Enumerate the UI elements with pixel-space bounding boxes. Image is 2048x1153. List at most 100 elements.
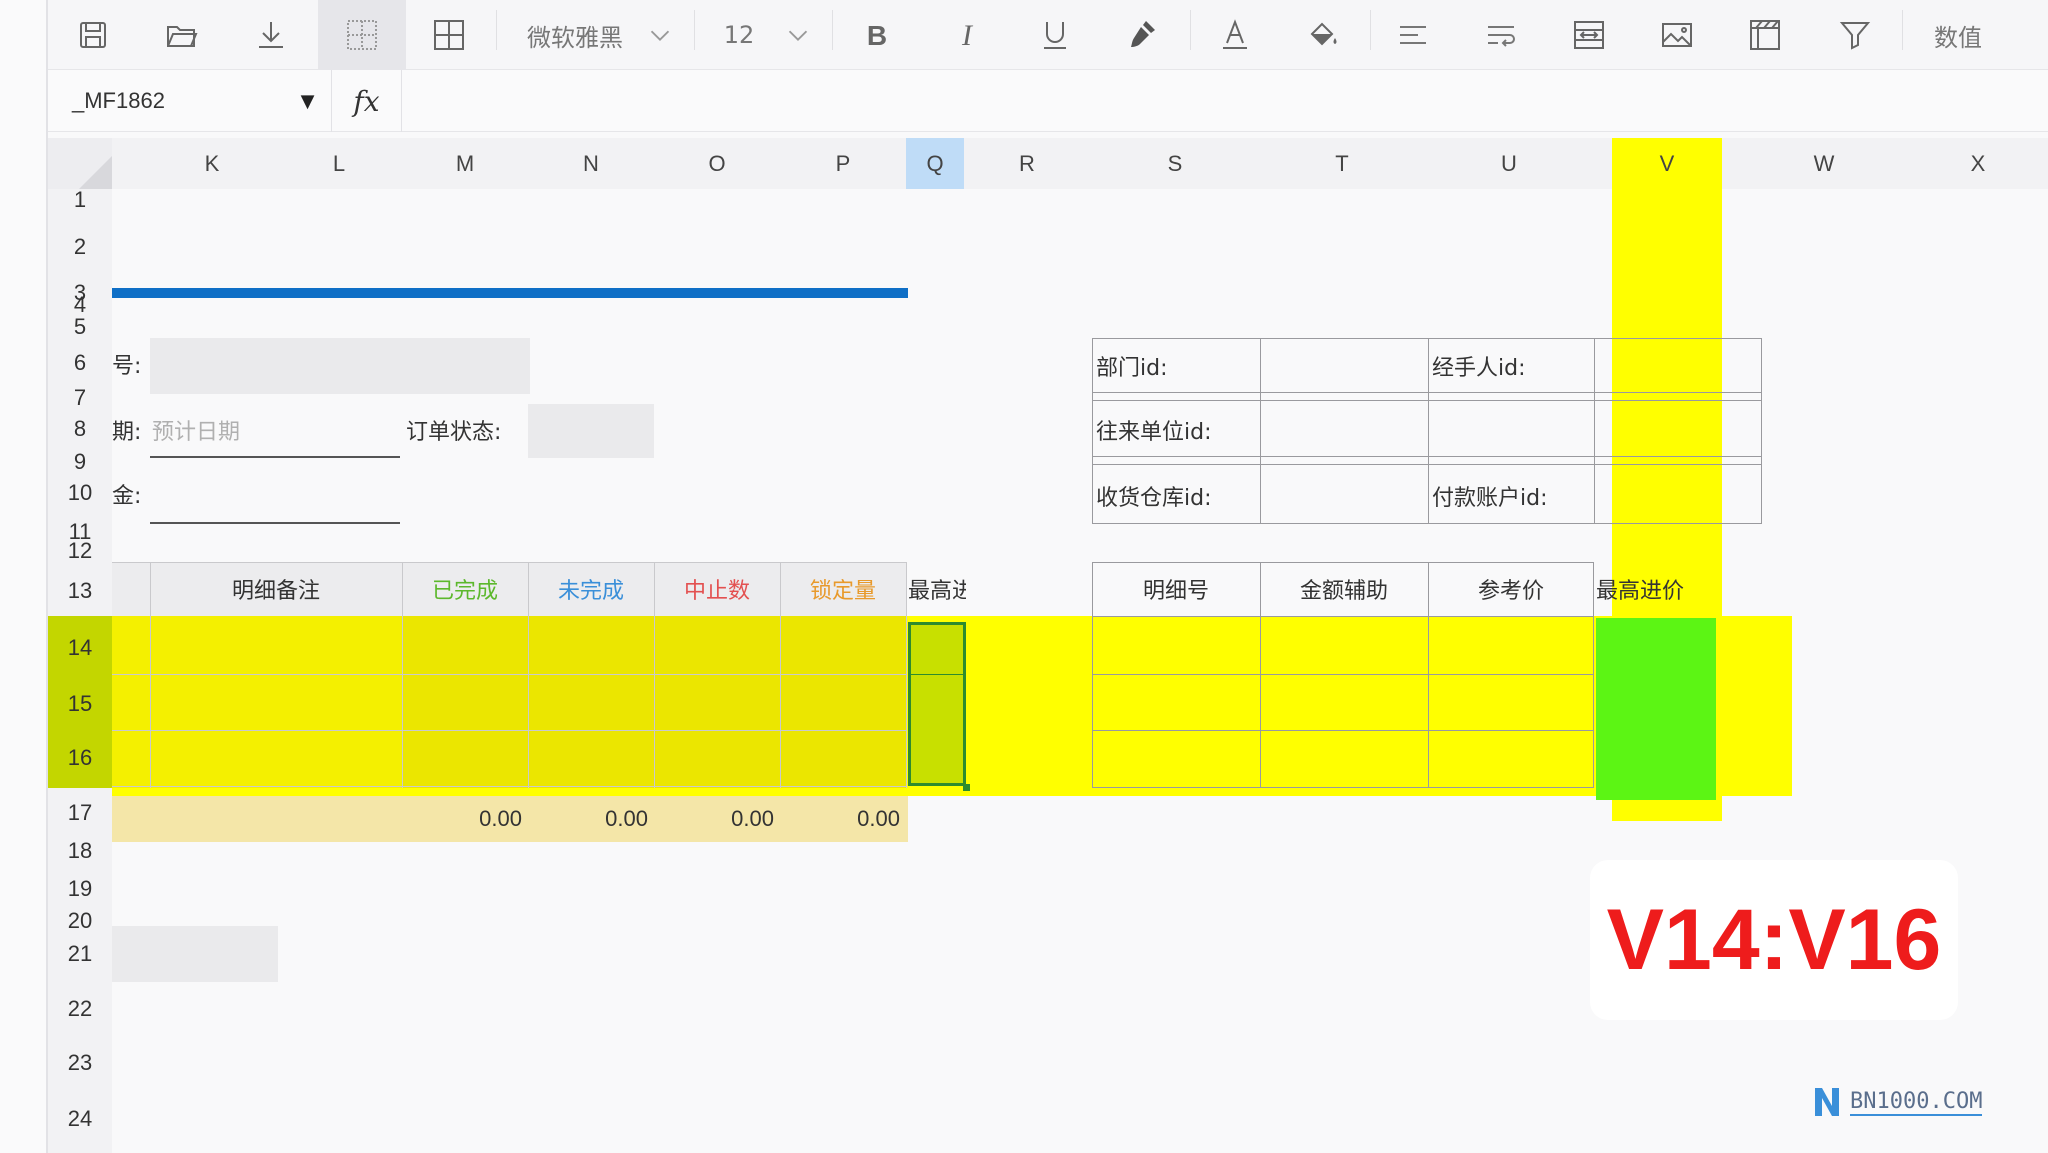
save-icon[interactable] bbox=[72, 0, 114, 70]
info-label-partner: 往来单位id: bbox=[1096, 420, 1212, 445]
row-header-18[interactable]: 18 bbox=[48, 836, 112, 866]
freeze-icon[interactable] bbox=[1744, 0, 1786, 70]
grid-line bbox=[1594, 338, 1595, 524]
aux-header-ref-price: 参考价 bbox=[1477, 579, 1544, 604]
font-name-select[interactable]: 微软雅黑 bbox=[520, 0, 630, 70]
date-input[interactable]: 预计日期 bbox=[150, 404, 400, 458]
row-header-20[interactable]: 20 bbox=[48, 906, 112, 936]
row-header-24[interactable]: 24 bbox=[48, 1102, 112, 1136]
font-color-icon[interactable] bbox=[1214, 0, 1256, 70]
column-header-t[interactable]: T bbox=[1258, 138, 1426, 189]
name-box[interactable]: _MF1862 bbox=[48, 70, 284, 132]
column-header-o[interactable]: O bbox=[654, 138, 780, 189]
column-header-u[interactable]: U bbox=[1426, 138, 1592, 189]
formula-input[interactable] bbox=[412, 70, 2012, 132]
grid-line bbox=[780, 562, 781, 788]
amount-input[interactable] bbox=[150, 470, 400, 524]
selection-v14-v16[interactable] bbox=[1596, 618, 1716, 800]
selection-q14-q16[interactable] bbox=[908, 622, 966, 786]
row-header-15[interactable]: 15 bbox=[48, 682, 112, 726]
row-header-9[interactable]: 9 bbox=[48, 448, 112, 476]
column-header-x[interactable]: X bbox=[1926, 138, 2030, 189]
row-header-16[interactable]: 16 bbox=[48, 736, 112, 780]
fill-color-icon[interactable] bbox=[1302, 0, 1344, 70]
toolbar-separator bbox=[694, 10, 695, 50]
row-header-7[interactable]: 7 bbox=[48, 384, 112, 412]
border-all-icon[interactable] bbox=[428, 0, 470, 70]
column-header-r[interactable]: R bbox=[964, 138, 1090, 189]
detail-header-locked: 锁定量 bbox=[809, 579, 876, 604]
font-size-select[interactable]: 12 bbox=[718, 0, 760, 70]
title-banner-line bbox=[112, 288, 908, 298]
bold-icon[interactable]: B bbox=[856, 0, 898, 70]
row-header-13[interactable]: 13 bbox=[48, 574, 112, 608]
svg-text:B: B bbox=[867, 20, 887, 51]
italic-icon[interactable]: I bbox=[946, 0, 988, 70]
merge-cells-icon[interactable] bbox=[1568, 0, 1610, 70]
grid-line bbox=[908, 674, 966, 675]
chevron-down-icon[interactable] bbox=[782, 0, 814, 70]
toolbar-separator bbox=[1190, 10, 1191, 50]
range-overlay-text: V14:V16 bbox=[1606, 891, 1942, 988]
row-header-23[interactable]: 23 bbox=[48, 1046, 112, 1080]
column-header-m[interactable]: M bbox=[402, 138, 528, 189]
order-number-field[interactable] bbox=[150, 338, 530, 394]
row-header-8[interactable]: 8 bbox=[48, 414, 112, 444]
grid-line bbox=[150, 562, 151, 788]
toolbar-separator bbox=[832, 10, 833, 50]
total-locked: 0.00 bbox=[857, 806, 900, 831]
open-folder-icon[interactable] bbox=[160, 0, 202, 70]
row-header-21[interactable]: 21 bbox=[48, 938, 112, 970]
grid-line bbox=[1092, 392, 1762, 393]
detail-header-completed: 已完成 bbox=[431, 579, 498, 604]
wrap-text-icon[interactable] bbox=[1480, 0, 1522, 70]
row-header-19[interactable]: 19 bbox=[48, 874, 112, 904]
amount-label: 金: bbox=[112, 484, 142, 509]
row-header-1[interactable]: 1 bbox=[48, 187, 112, 213]
column-header-q[interactable]: Q bbox=[906, 138, 964, 189]
column-header-w[interactable]: W bbox=[1722, 138, 1926, 189]
grid-line bbox=[112, 730, 906, 731]
order-number-label: 号: bbox=[112, 354, 142, 379]
info-label-warehouse: 收货仓库id: bbox=[1096, 486, 1212, 511]
border-none-icon[interactable] bbox=[318, 0, 406, 70]
align-left-icon[interactable] bbox=[1392, 0, 1434, 70]
download-icon[interactable] bbox=[250, 0, 292, 70]
row-header-17[interactable]: 17 bbox=[48, 796, 112, 830]
row-header-4[interactable]: 4 bbox=[48, 292, 112, 317]
column-header-v[interactable]: V bbox=[1612, 138, 1722, 189]
column-header-s[interactable]: S bbox=[1092, 138, 1258, 189]
toolbar-separator bbox=[1902, 10, 1903, 50]
row-header-6[interactable]: 6 bbox=[48, 348, 112, 378]
row-header-14[interactable]: 14 bbox=[48, 626, 112, 670]
row-header-2[interactable]: 2 bbox=[48, 232, 112, 262]
fx-icon[interactable]: fx bbox=[332, 70, 402, 132]
row-header-10[interactable]: 10 bbox=[48, 478, 112, 508]
name-box-dropdown-icon[interactable]: ▼ bbox=[284, 70, 332, 132]
watermark-logo-icon bbox=[1815, 1088, 1839, 1116]
select-all-corner[interactable] bbox=[48, 138, 112, 189]
number-format-select[interactable]: 数值 bbox=[1920, 0, 1996, 70]
column-header-l[interactable]: L bbox=[276, 138, 402, 189]
row-header-12[interactable]: 12 bbox=[48, 538, 112, 564]
aux-header-detail-no: 明细号 bbox=[1142, 579, 1209, 604]
fill-handle[interactable] bbox=[963, 784, 970, 791]
underline-icon[interactable] bbox=[1034, 0, 1076, 70]
grid-line bbox=[1428, 338, 1429, 524]
detail-header-stopped: 中止数 bbox=[683, 579, 750, 604]
order-status-field[interactable] bbox=[528, 404, 654, 458]
grid-line bbox=[1260, 338, 1261, 524]
format-painter-icon[interactable] bbox=[1122, 0, 1164, 70]
order-status-label: 订单状态: bbox=[406, 420, 502, 445]
total-uncompleted: 0.00 bbox=[605, 806, 648, 831]
chevron-down-icon[interactable] bbox=[644, 0, 676, 70]
insert-image-icon[interactable] bbox=[1656, 0, 1698, 70]
column-header-p[interactable]: P bbox=[780, 138, 906, 189]
row-header-5[interactable]: 5 bbox=[48, 314, 112, 340]
grid-line bbox=[112, 674, 906, 675]
aux-header-amount-aux: 金额辅助 bbox=[1299, 579, 1388, 604]
filter-icon[interactable] bbox=[1834, 0, 1876, 70]
toolbar-separator bbox=[1370, 10, 1371, 50]
row-header-22[interactable]: 22 bbox=[48, 992, 112, 1026]
column-header-n[interactable]: N bbox=[528, 138, 654, 189]
